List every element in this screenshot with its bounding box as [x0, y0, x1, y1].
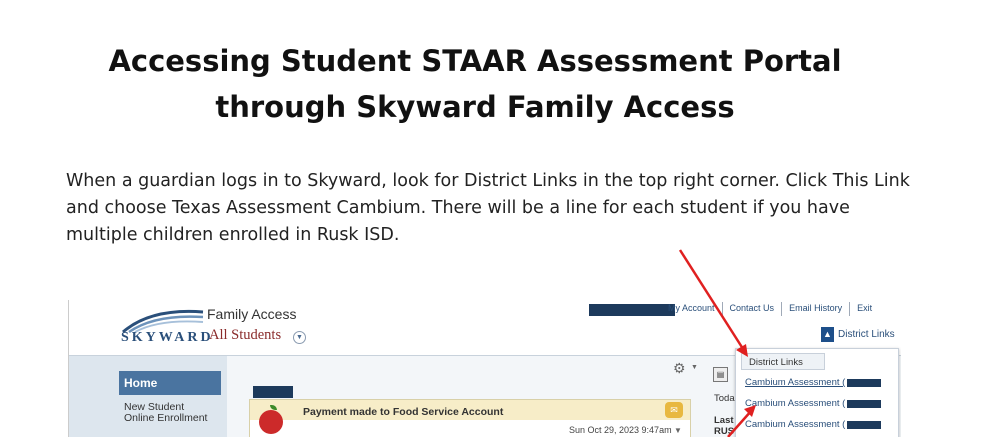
contact-us-link[interactable]: Contact Us [721, 302, 782, 316]
redacted-student-name [847, 400, 881, 408]
cambium-assessment-link-3[interactable]: Cambium Assessment ( [745, 419, 845, 430]
message-timestamp: Sun Oct 29, 2023 9:47am [569, 425, 672, 435]
exit-link[interactable]: Exit [849, 302, 879, 316]
top-links: My Account Contact Us Email History Exit [661, 302, 879, 316]
district-links-link[interactable]: District Links [838, 329, 895, 340]
gear-dropdown-icon[interactable]: ▼ [691, 364, 698, 371]
message-dropdown-icon[interactable]: ▼ [674, 426, 682, 435]
apple-icon [259, 410, 283, 434]
cambium-assessment-link-2[interactable]: Cambium Assessment ( [745, 398, 845, 409]
chevron-down-icon[interactable]: ▼ [293, 331, 306, 344]
district-links-icon[interactable]: ▲ [821, 327, 834, 342]
sidebar [69, 356, 227, 437]
skyward-screenshot: SKYWARD Family Access All Students ▼ My … [68, 300, 901, 437]
redacted-student-tab [253, 386, 293, 398]
redacted-student-name [847, 421, 881, 429]
cambium-link-label: Cambium Assessment ( [745, 398, 846, 409]
title-line-1: Accessing Student STAAR Assessment Porta… [108, 44, 842, 78]
document-body: When a guardian logs in to Skyward, look… [66, 171, 910, 245]
redacted-student-name [847, 379, 881, 387]
today-label: Toda [714, 393, 735, 404]
student-selector[interactable]: All Students [209, 327, 281, 344]
email-history-link[interactable]: Email History [781, 302, 849, 316]
cambium-link-label: Cambium Assessment ( [745, 377, 846, 388]
my-account-link[interactable]: My Account [661, 302, 722, 316]
message-title: Payment made to Food Service Account [303, 406, 504, 418]
sidebar-item-new-student-enrollment[interactable]: New Student Online Enrollment [124, 402, 214, 424]
title-line-2: through Skyward Family Access [215, 90, 735, 124]
document-title: Accessing Student STAAR Assessment Porta… [0, 38, 950, 130]
district-links-menu-header: District Links [741, 353, 825, 370]
sidebar-item-home[interactable]: Home [119, 371, 221, 395]
gear-icon[interactable]: ⚙ [673, 360, 686, 377]
cambium-link-label: Cambium Assessment ( [745, 419, 846, 430]
app-title: Family Access [207, 306, 297, 322]
calendar-icon[interactable]: ▤ [713, 367, 728, 382]
cambium-assessment-link-1[interactable]: Cambium Assessment ( [745, 377, 845, 388]
skyward-logo: SKYWARD [121, 330, 214, 345]
message-bubble-icon[interactable]: ✉ [665, 402, 683, 418]
